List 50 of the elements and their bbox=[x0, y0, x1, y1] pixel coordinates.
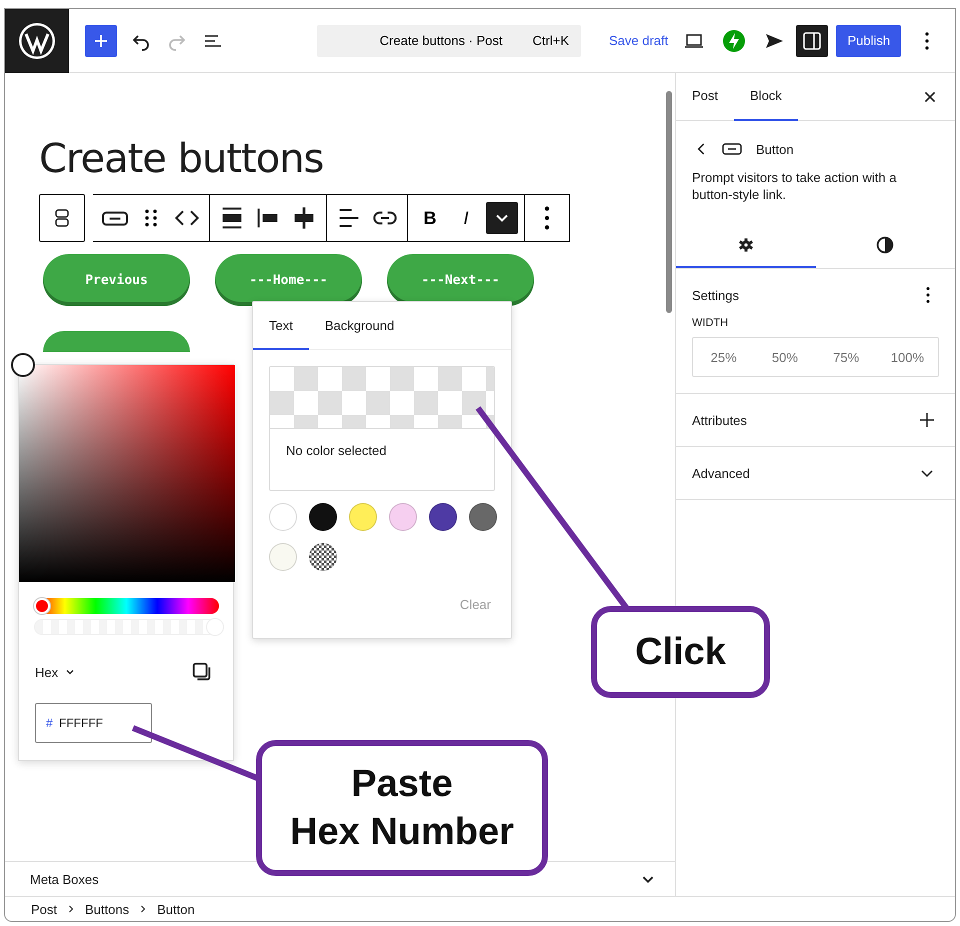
breadcrumb-link[interactable]: Post bbox=[31, 902, 58, 916]
hue-slider[interactable] bbox=[34, 598, 219, 614]
format-dropdown[interactable]: Hex bbox=[35, 664, 76, 680]
bold-button[interactable]: B bbox=[414, 202, 446, 234]
width-option[interactable]: 75% bbox=[816, 338, 877, 376]
color-swatch[interactable] bbox=[469, 503, 497, 531]
publish-button[interactable]: Publish bbox=[836, 24, 902, 56]
sidebar-icon bbox=[802, 30, 822, 50]
callout-box: Paste Hex Number bbox=[256, 740, 548, 876]
chevron-down-icon bbox=[496, 214, 508, 222]
color-swatch[interactable] bbox=[269, 503, 297, 531]
sidebar-tab[interactable]: Block bbox=[734, 72, 798, 120]
meta-boxes-label: Meta Boxes bbox=[30, 872, 99, 886]
section-title[interactable]: Attributes bbox=[692, 412, 747, 428]
save-draft-link[interactable]: Save draft bbox=[609, 33, 668, 48]
plus-icon bbox=[93, 32, 109, 48]
wordpress-logo[interactable] bbox=[5, 9, 69, 72]
color-tab[interactable]: Text bbox=[253, 302, 309, 350]
picker-handle[interactable] bbox=[11, 353, 35, 377]
breadcrumb-link[interactable]: Buttons bbox=[85, 902, 130, 916]
width-option[interactable]: 50% bbox=[754, 338, 816, 376]
settings-title: Settings bbox=[692, 288, 739, 302]
color-gradient[interactable] bbox=[19, 365, 235, 582]
color-swatch[interactable] bbox=[429, 503, 457, 531]
italic-button[interactable]: I bbox=[450, 202, 482, 234]
more-formats-button[interactable] bbox=[486, 202, 518, 234]
sidebar-toggle[interactable] bbox=[796, 24, 828, 56]
block-description: Prompt visitors to take action with a button-style link. bbox=[692, 169, 898, 203]
color-swatch[interactable] bbox=[309, 503, 337, 531]
color-swatch[interactable] bbox=[389, 503, 417, 531]
transparent-swatch[interactable] bbox=[309, 543, 337, 571]
breadcrumb-link[interactable]: Button bbox=[157, 902, 195, 916]
color-swatch[interactable] bbox=[269, 543, 297, 571]
section-title[interactable]: Advanced bbox=[692, 466, 750, 480]
command-bar[interactable]: Create buttons · Post Ctrl+K bbox=[317, 24, 581, 56]
width-option[interactable]: 25% bbox=[693, 338, 754, 376]
post-title[interactable]: Create buttons bbox=[39, 135, 675, 183]
bolt-icon[interactable] bbox=[722, 28, 746, 52]
page-button[interactable] bbox=[43, 331, 190, 352]
copy-icon[interactable] bbox=[191, 661, 213, 683]
color-swatch[interactable] bbox=[349, 503, 377, 531]
color-preview: No color selected bbox=[269, 366, 495, 491]
sidebar-tab[interactable]: Post bbox=[676, 72, 734, 120]
block-name: Button bbox=[756, 142, 794, 156]
add-block-button[interactable] bbox=[85, 24, 117, 56]
callout-box: Click bbox=[591, 606, 770, 698]
width-label: WIDTH bbox=[692, 317, 730, 329]
scrollbar-thumb[interactable] bbox=[666, 91, 672, 313]
hash-prefix: # bbox=[46, 715, 53, 731]
width-option[interactable]: 100% bbox=[876, 338, 938, 376]
